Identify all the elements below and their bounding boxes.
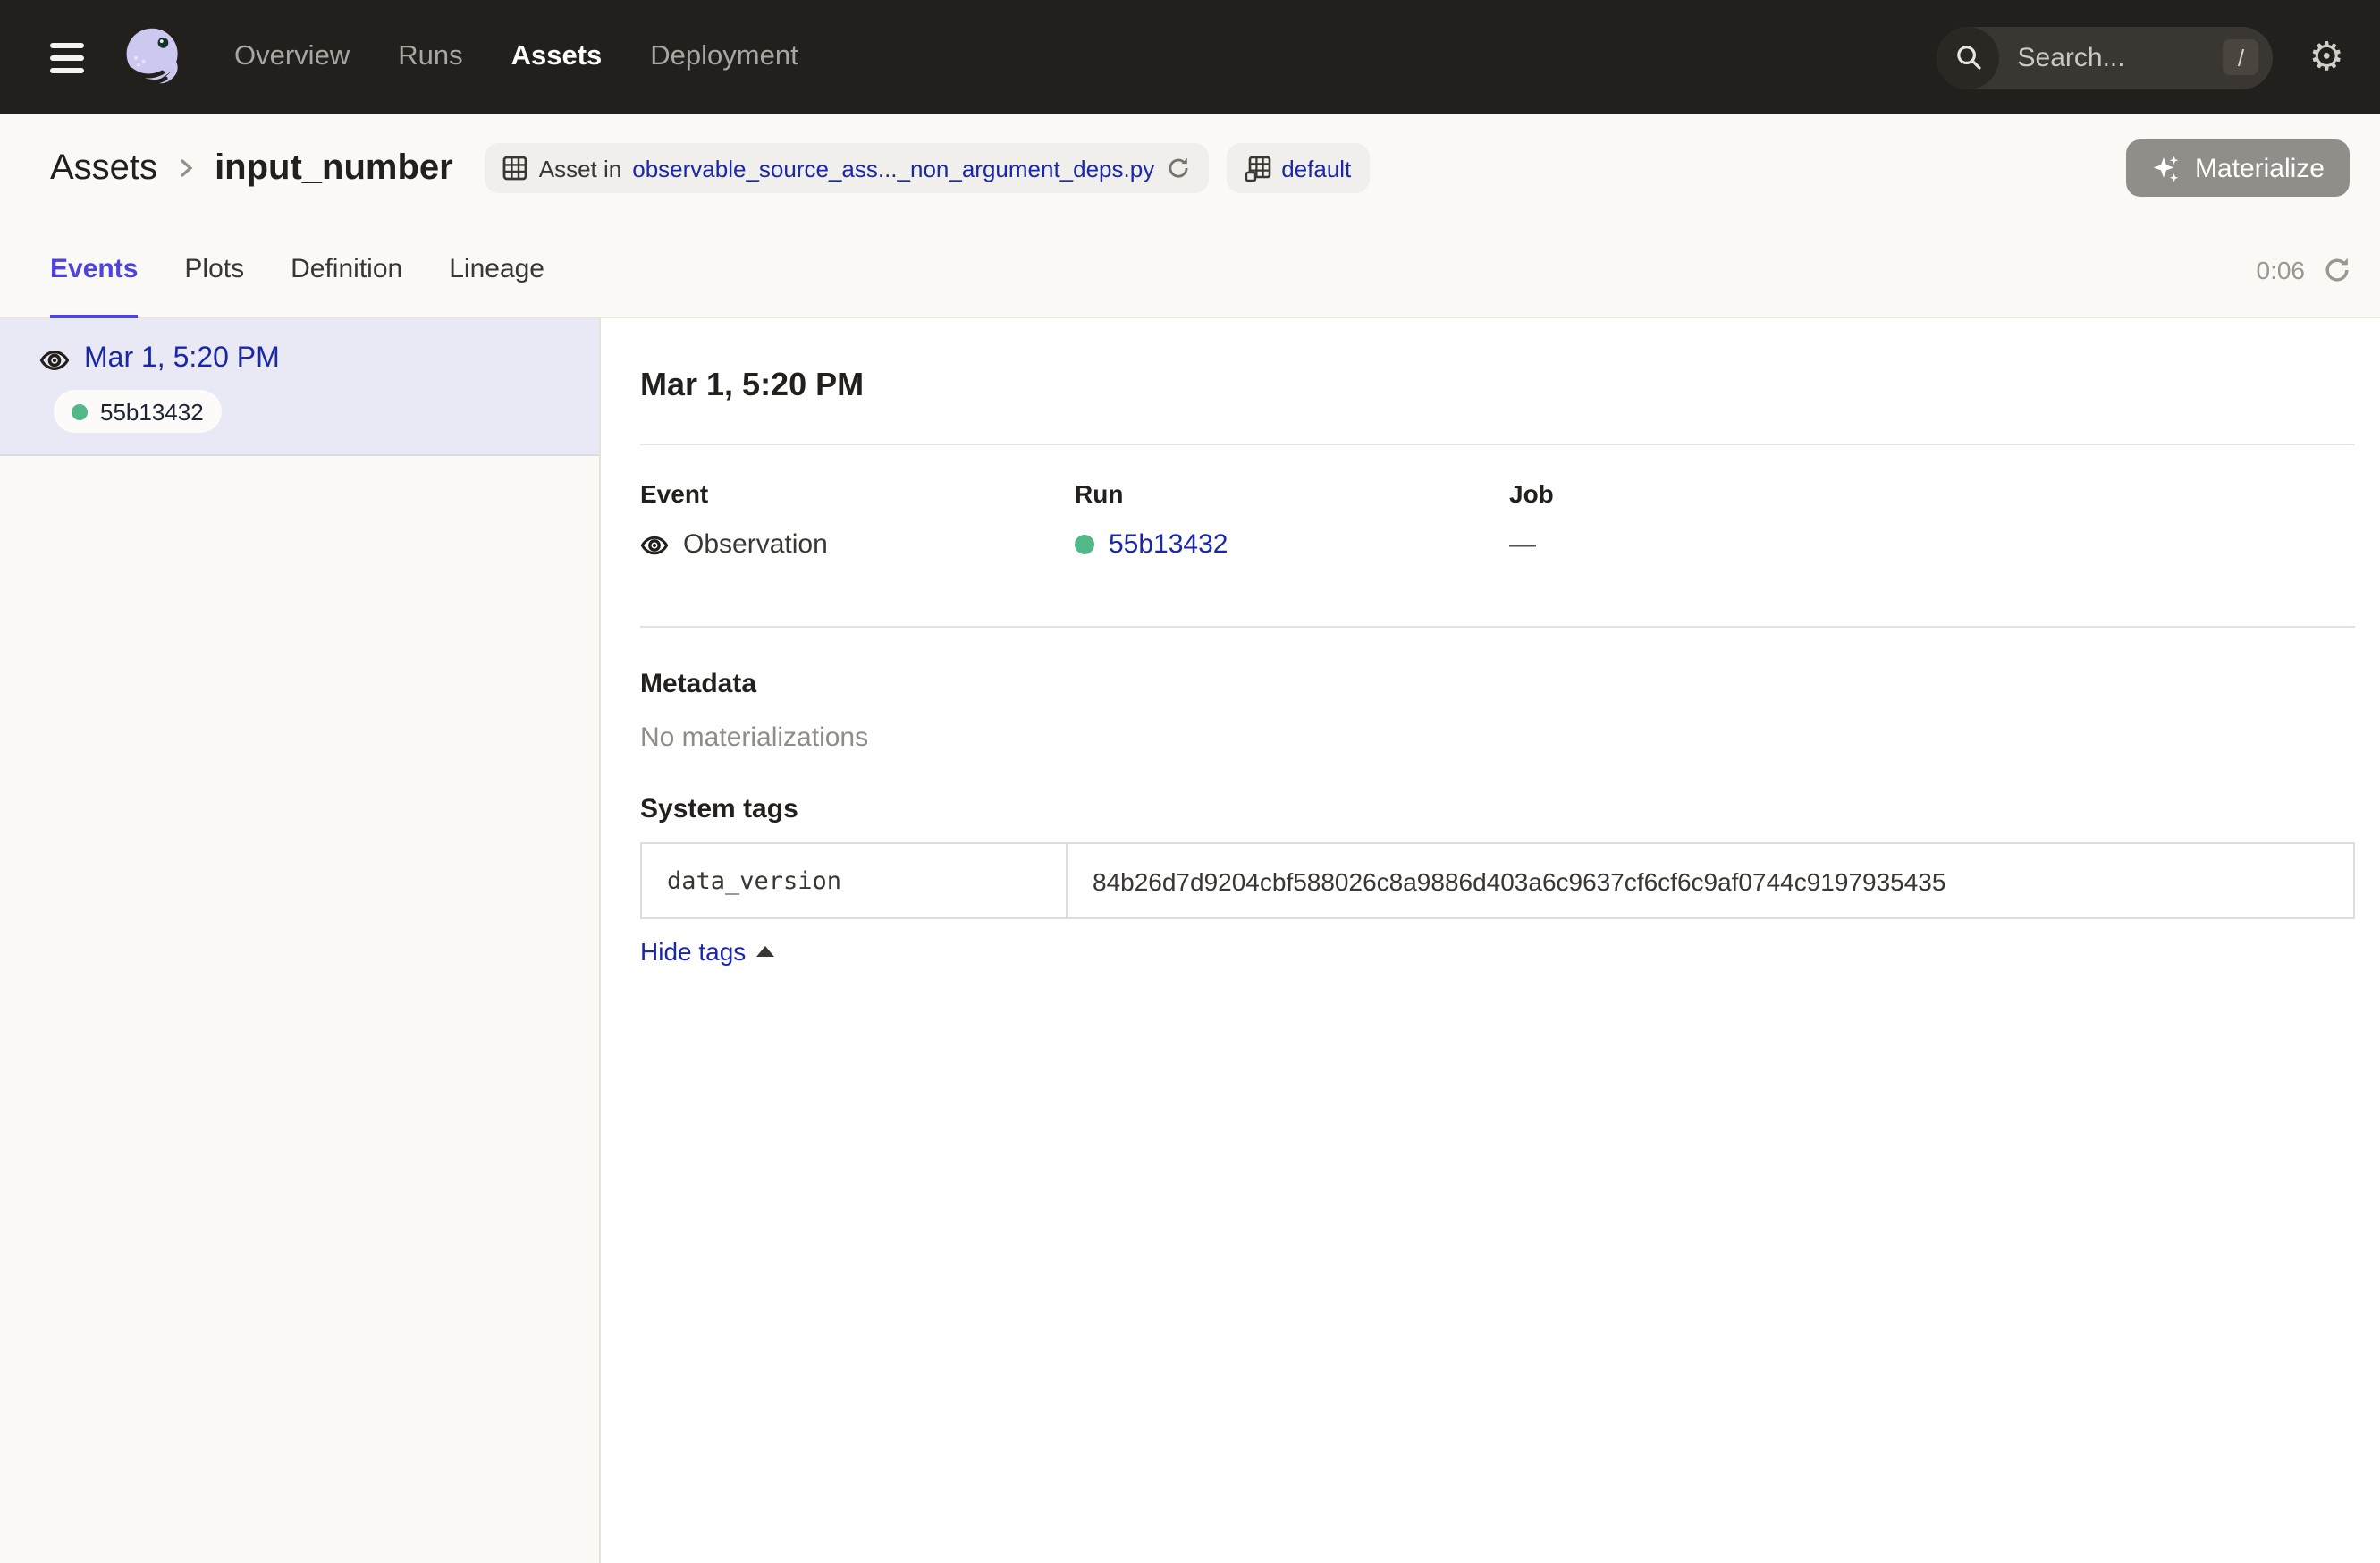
refresh-icon[interactable]: [2323, 255, 2351, 283]
tab-definition[interactable]: Definition: [291, 222, 402, 317]
tabs-bar: Events Plots Definition Lineage 0:06: [0, 222, 2380, 318]
metadata-heading: Metadata: [640, 669, 2355, 701]
breadcrumb-assets-link[interactable]: Assets: [50, 148, 157, 189]
table-icon: [503, 156, 528, 181]
page-header: Assets input_number Asset in observable_…: [0, 114, 2380, 318]
event-list-item[interactable]: Mar 1, 5:20 PM 55b13432: [0, 318, 599, 456]
app-root: Overview Runs Assets Deployment / ⚙ Asse…: [0, 0, 2380, 1563]
page-title: input_number: [215, 148, 453, 189]
event-detail-panel: Mar 1, 5:20 PM Event Observation Run: [601, 318, 2380, 1563]
table-row: data_version 84b26d7d9204cbf588026c8a988…: [641, 843, 2354, 918]
search-input[interactable]: [2000, 42, 2224, 72]
eye-icon: [640, 530, 669, 559]
event-list-sidebar: Mar 1, 5:20 PM 55b13432: [0, 318, 601, 1563]
search-icon: [1937, 26, 2000, 89]
system-tags-table: data_version 84b26d7d9204cbf588026c8a988…: [640, 842, 2355, 919]
run-chip-label: 55b13432: [100, 398, 204, 425]
event-summary: Event Observation Run 55b13432: [640, 477, 2355, 562]
divider: [640, 626, 2355, 628]
hamburger-menu-button[interactable]: [43, 35, 91, 80]
job-column-header: Job: [1509, 477, 2355, 510]
asset-chip-prefix: Asset in: [539, 155, 622, 182]
nav-item-assets[interactable]: Assets: [511, 41, 603, 73]
tab-plots[interactable]: Plots: [184, 222, 244, 317]
dagster-logo[interactable]: [120, 23, 188, 91]
event-column-header: Event: [640, 477, 1075, 510]
system-tags-heading: System tags: [640, 794, 2355, 826]
sparkle-icon: [2152, 153, 2182, 183]
reload-definitions-icon[interactable]: [1165, 156, 1190, 181]
materialize-button-label: Materialize: [2195, 153, 2325, 183]
nav-item-deployment[interactable]: Deployment: [650, 41, 798, 73]
event-timestamp: Mar 1, 5:20 PM: [84, 343, 280, 376]
chevron-right-icon: [175, 157, 197, 179]
caret-up-icon: [756, 946, 774, 957]
asset-group-link[interactable]: default: [1281, 155, 1351, 182]
search-box[interactable]: /: [1937, 26, 2274, 89]
eye-icon: [39, 344, 70, 375]
job-value: —: [1509, 528, 1536, 562]
tab-events[interactable]: Events: [50, 222, 138, 317]
asset-definition-link[interactable]: observable_source_ass..._non_argument_de…: [632, 155, 1154, 182]
asset-group-chip[interactable]: default: [1226, 143, 1369, 193]
metadata-empty-text: No materializations: [640, 722, 2355, 753]
top-navbar: Overview Runs Assets Deployment / ⚙: [0, 0, 2380, 114]
event-detail-title: Mar 1, 5:20 PM: [640, 367, 2355, 402]
materialize-button[interactable]: Materialize: [2127, 139, 2350, 197]
nav-item-overview[interactable]: Overview: [234, 41, 350, 73]
slash-shortcut-key: /: [2224, 39, 2259, 75]
run-status-dot: [1075, 535, 1094, 554]
refresh-countdown: 0:06: [2257, 255, 2306, 283]
tag-value-cell: 84b26d7d9204cbf588026c8a9886d403a6c9637c…: [1067, 843, 2354, 918]
asset-group-icon: [1244, 155, 1270, 182]
run-status-dot: [72, 403, 88, 419]
run-chip[interactable]: 55b13432: [54, 390, 222, 433]
primary-nav: Overview Runs Assets Deployment: [234, 41, 798, 73]
breadcrumb: Assets input_number Asset in observable_…: [0, 114, 2380, 222]
tag-key-cell: data_version: [641, 843, 1067, 918]
asset-definition-chip: Asset in observable_source_ass..._non_ar…: [485, 143, 1208, 193]
run-link[interactable]: 55b13432: [1109, 528, 1228, 562]
divider: [640, 444, 2355, 445]
event-type: Observation: [683, 528, 828, 562]
nav-item-runs[interactable]: Runs: [398, 41, 462, 73]
tab-lineage[interactable]: Lineage: [449, 222, 544, 317]
gear-icon[interactable]: ⚙: [2309, 38, 2344, 77]
run-column-header: Run: [1075, 477, 1509, 510]
hide-tags-link[interactable]: Hide tags: [640, 937, 746, 966]
